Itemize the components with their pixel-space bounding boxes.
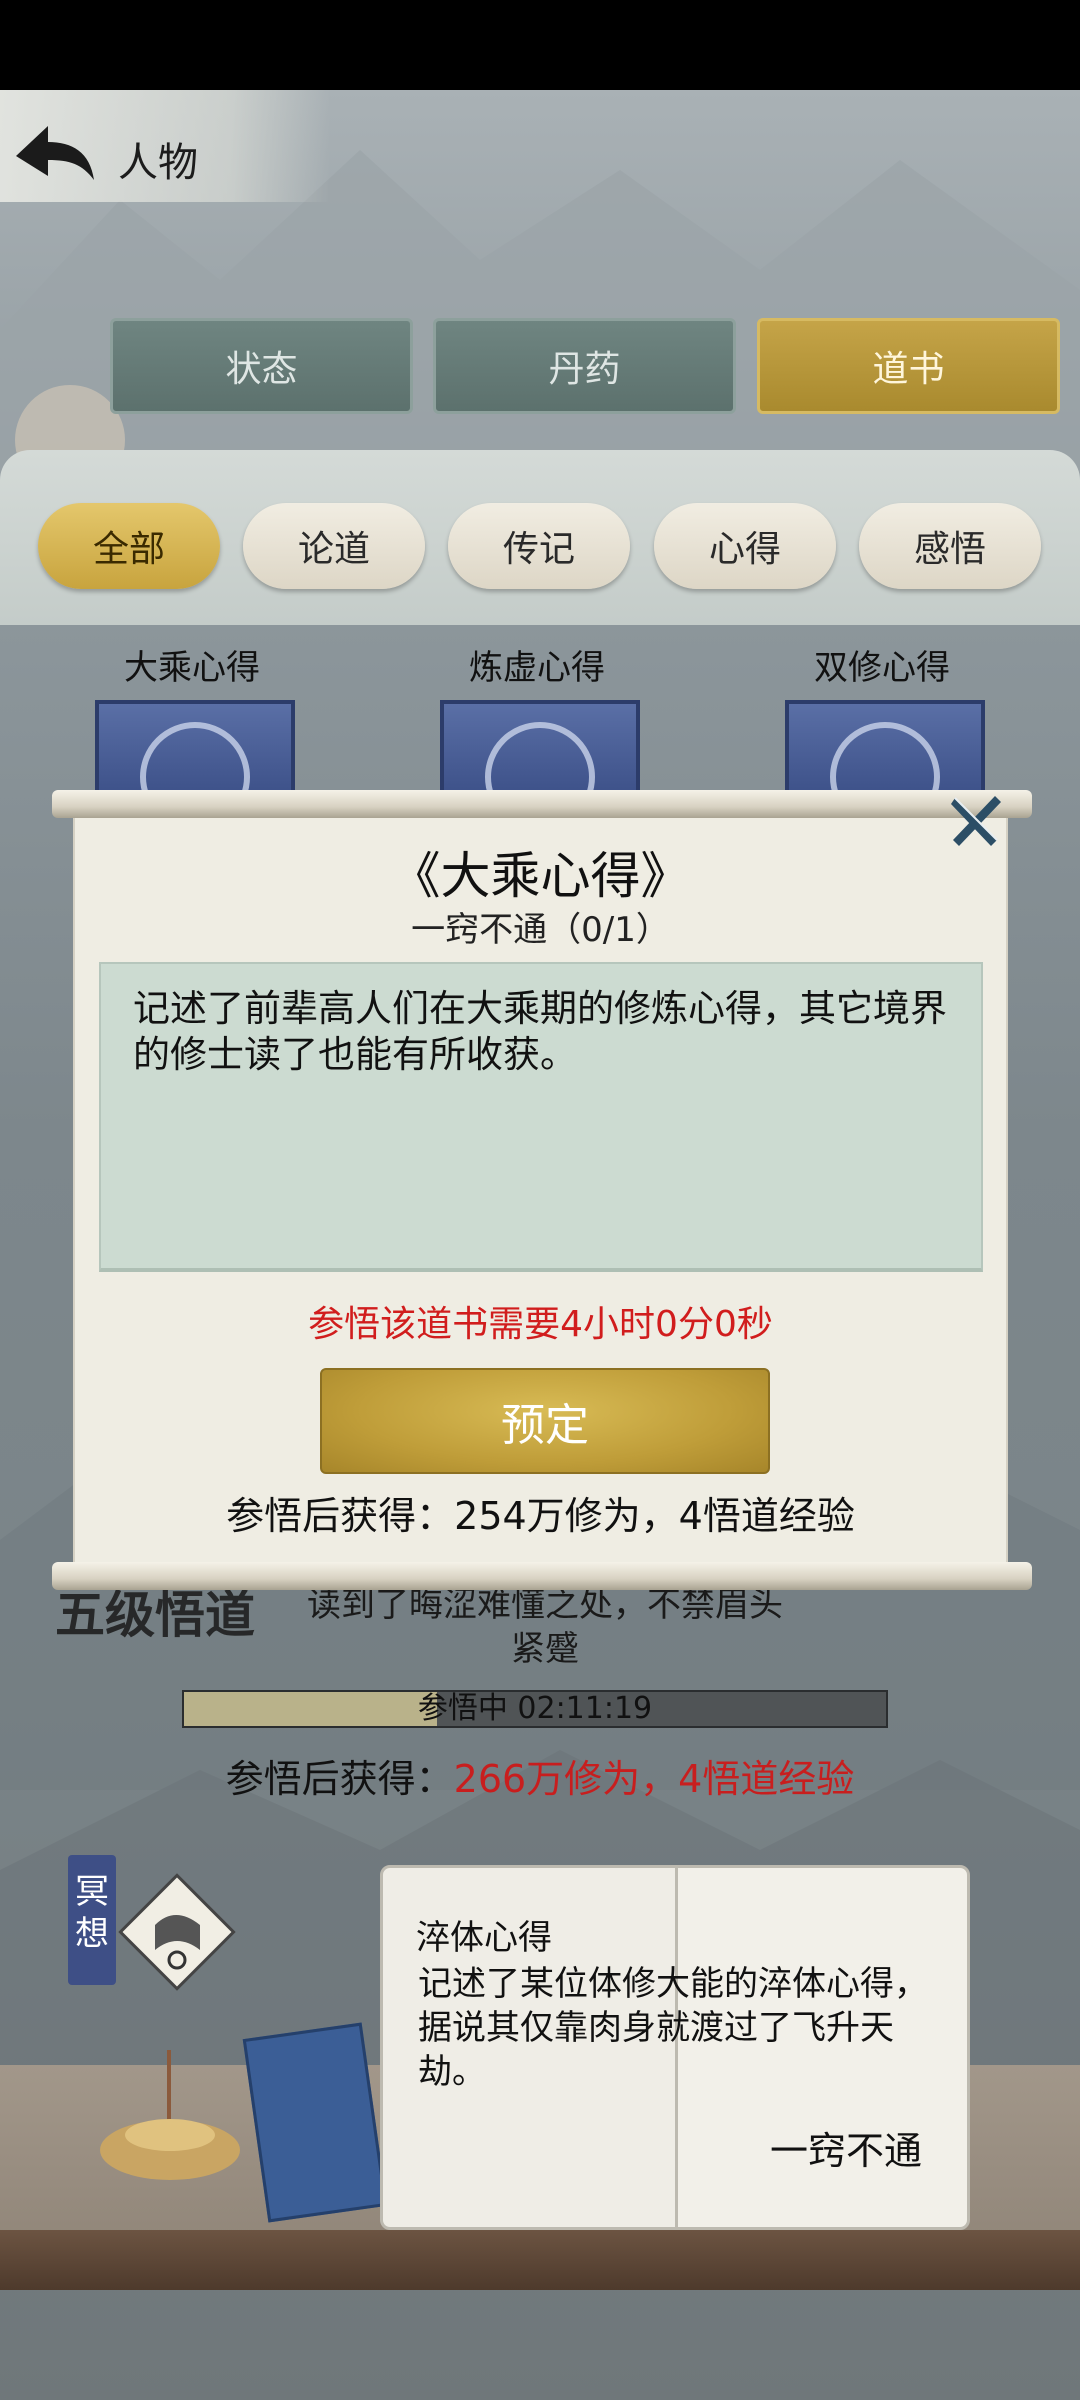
modal-time-required: 参悟该道书需要4小时0分0秒 — [308, 1304, 773, 1345]
book-title: 双修心得 — [814, 648, 950, 688]
reward-value: 266万修为，4悟道经验 — [453, 1757, 855, 1801]
tab-pills[interactable]: 丹药 — [433, 318, 736, 414]
modal-subtitle: 一窍不通（0/1） — [411, 910, 670, 950]
modal-title: 《大乘心得》 — [390, 847, 691, 905]
study-reward: 参悟后获得：266万修为，4悟道经验 — [0, 1748, 1080, 1803]
study-progress-bar: 参悟中 02:11:19 — [182, 1690, 888, 1728]
current-book-description: 记述了某位体修大能的淬体心得，据说其仅靠肉身就渡过了飞升天劫。 — [418, 1964, 928, 2092]
closed-book-icon — [242, 2022, 388, 2223]
book-title: 大乘心得 — [124, 648, 260, 688]
reward-prefix: 参悟后获得： — [225, 1757, 454, 1801]
modal-reward: 参悟后获得：254万修为，4悟道经验 — [226, 1494, 855, 1538]
progress-label: 参悟中 02:11:19 — [417, 1691, 653, 1726]
current-book-title: 淬体心得 — [416, 1918, 552, 1958]
filter-discourse[interactable]: 论道 — [243, 503, 425, 589]
filter-enlightenment[interactable]: 感悟 — [859, 503, 1041, 589]
desk-edge — [0, 2230, 1080, 2290]
incense-burner-icon — [85, 2050, 255, 2190]
scroll-emblem-icon[interactable] — [115, 1870, 240, 1995]
reserve-button[interactable]: 预定 — [320, 1368, 770, 1474]
tab-status[interactable]: 状态 — [110, 318, 413, 414]
scroll-rod-bottom — [52, 1562, 1032, 1590]
filter-all[interactable]: 全部 — [38, 503, 220, 589]
tab-dao-books[interactable]: 道书 — [757, 318, 1060, 414]
book-cover[interactable] — [95, 700, 295, 832]
modal-description: 记述了前辈高人们在大乘期的修炼心得，其它境界的修士读了也能有所收获。 — [133, 987, 947, 1076]
study-flavor-text: 读到了晦涩难懂之处，不禁眉头紧蹙 — [307, 1585, 783, 1669]
modal-description-box: 记述了前辈高人们在大乘期的修炼心得，其它境界的修士读了也能有所收获。 — [99, 962, 983, 1272]
meditate-button[interactable]: 冥想 — [68, 1855, 116, 1985]
filter-biography[interactable]: 传记 — [448, 503, 630, 589]
page-title: 人物 — [118, 140, 198, 186]
status-bar — [0, 0, 1080, 90]
book-title: 炼虚心得 — [469, 648, 605, 688]
back-arrow-icon — [16, 126, 94, 180]
book-cover[interactable] — [440, 700, 640, 832]
book-cover[interactable] — [785, 700, 985, 832]
filter-insight[interactable]: 心得 — [654, 503, 836, 589]
back-button[interactable] — [10, 118, 100, 188]
current-book-status: 一窍不通 — [770, 2129, 923, 2173]
scroll-rod-top — [52, 790, 1032, 818]
